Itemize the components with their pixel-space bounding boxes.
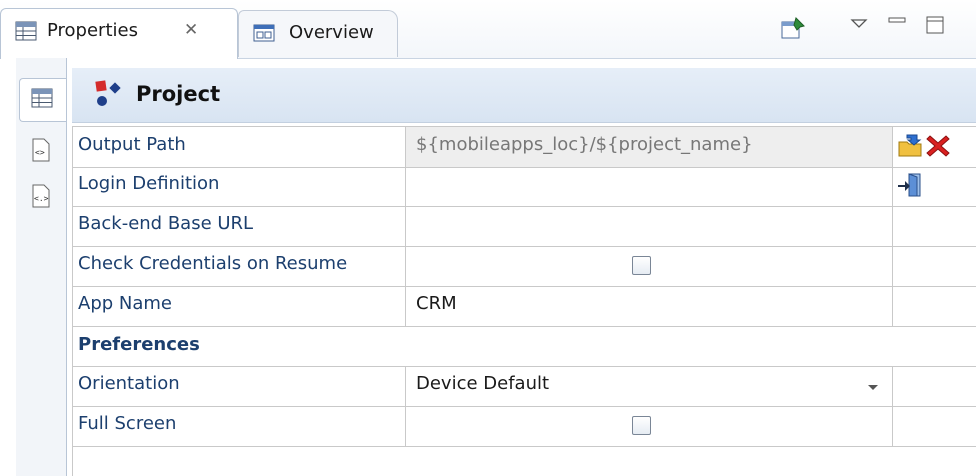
minimize-icon[interactable] (884, 12, 910, 38)
row-label: Output Path (72, 127, 406, 167)
overview-icon (253, 24, 275, 42)
table-row-check-credentials: Check Credentials on Resume (72, 246, 976, 287)
table-row-full-screen: Full Screen (72, 406, 976, 447)
login-definition-field[interactable] (406, 166, 893, 206)
chevron-down-icon[interactable] (857, 371, 887, 401)
folder-browse-icon[interactable] (897, 133, 923, 159)
orientation-actions (893, 366, 976, 406)
close-icon[interactable]: ✕ (184, 20, 198, 40)
app-name-actions (893, 286, 976, 326)
row-label: Back-end Base URL (72, 206, 406, 246)
full-screen-actions (893, 406, 976, 446)
row-label: Check Credentials on Resume (72, 246, 406, 286)
output-path-field[interactable]: ${mobileapps_loc}/${project_name} (406, 127, 893, 167)
project-icon (95, 80, 121, 106)
section-tab-source[interactable]: <> (19, 128, 65, 172)
check-credentials-actions (893, 246, 976, 286)
login-definition-actions (893, 166, 976, 206)
table-row-backend-base-url: Back-end Base URL (72, 206, 976, 247)
section-tab-properties[interactable] (19, 78, 66, 122)
app-name-field[interactable]: CRM (406, 286, 893, 326)
row-label: Full Screen (72, 406, 406, 446)
chevron-down-icon[interactable] (846, 12, 872, 38)
tab-overview[interactable]: Overview (238, 10, 398, 57)
check-credentials-checkbox[interactable] (632, 256, 651, 275)
delete-icon[interactable] (925, 133, 951, 159)
row-label: Login Definition (72, 166, 406, 206)
check-credentials-cell (406, 246, 893, 286)
door-enter-icon[interactable] (897, 172, 923, 198)
tab-properties[interactable]: Properties ✕ (0, 8, 238, 59)
row-label: App Name (72, 286, 406, 326)
svg-text:<>: <> (35, 148, 45, 157)
full-screen-checkbox[interactable] (632, 416, 651, 435)
table-icon (15, 21, 37, 41)
backend-base-url-field[interactable] (406, 206, 893, 246)
code-file-icon: <.> (32, 184, 50, 208)
pin-icon[interactable] (780, 16, 806, 42)
table-row-orientation: Orientation Device Default (72, 366, 976, 407)
page-title: Project (136, 82, 221, 106)
table-row-app-name: App Name CRM (72, 286, 976, 327)
section-label: Preferences (78, 334, 200, 355)
backend-base-url-actions (893, 206, 976, 246)
table-icon (31, 88, 53, 108)
tab-overview-label: Overview (289, 22, 374, 43)
table-row-login-definition: Login Definition (72, 166, 976, 207)
source-file-icon: <> (32, 138, 50, 162)
section-tab-strip: <> <.> (16, 58, 67, 476)
row-label: Orientation (72, 366, 406, 406)
tab-properties-label: Properties (47, 20, 138, 41)
output-path-actions (893, 127, 976, 167)
maximize-icon[interactable] (922, 12, 948, 38)
svg-text:<.>: <.> (34, 194, 49, 203)
full-screen-cell (406, 406, 893, 446)
view-tab-bar: Properties ✕ Overview (0, 0, 976, 59)
section-row-preferences: Preferences (72, 326, 976, 367)
orientation-selected-value: Device Default (416, 373, 550, 394)
section-tab-code[interactable]: <.> (19, 174, 65, 218)
table-row-output-path: Output Path ${mobileapps_loc}/${project_… (72, 126, 976, 168)
orientation-select[interactable]: Device Default (406, 366, 893, 406)
section-header: Project (72, 68, 976, 123)
